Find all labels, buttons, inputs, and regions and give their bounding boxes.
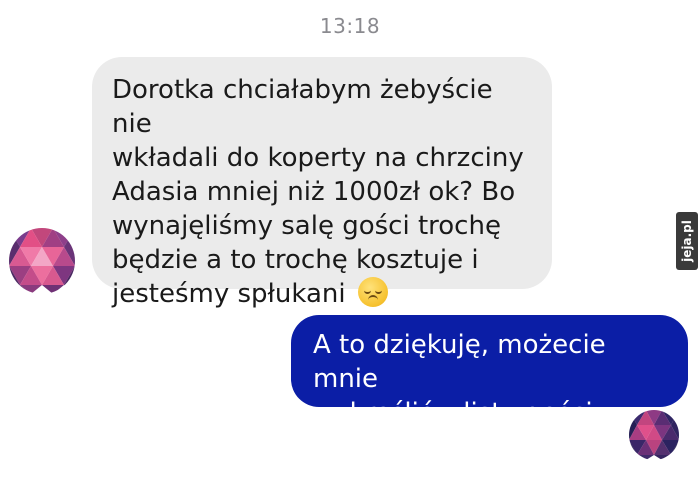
watermark-text: jeja.pl	[680, 220, 694, 262]
sender-avatar[interactable]	[629, 410, 679, 460]
contact-avatar[interactable]	[9, 228, 75, 294]
message-timestamp: 13:18	[319, 14, 381, 38]
incoming-message-text: Dorotka chciałabym żebyście nie wkładali…	[112, 75, 524, 309]
jeja-watermark: jeja.pl	[676, 212, 698, 270]
outgoing-message-bubble[interactable]: A to dziękuję, możecie mnie wykreślić z …	[291, 315, 688, 428]
incoming-message-bubble[interactable]: Dorotka chciałabym żebyście nie wkładali…	[92, 57, 552, 309]
outgoing-message-text: A to dziękuję, możecie mnie wykreślić z …	[313, 330, 606, 428]
sender-avatar-image	[629, 410, 679, 460]
pensive-face-emoji-icon	[357, 277, 388, 307]
avatar-image	[9, 228, 75, 294]
